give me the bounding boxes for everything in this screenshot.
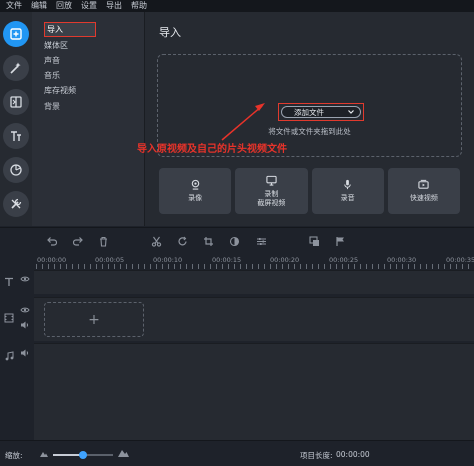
record-audio-tile[interactable]: 录音 (311, 168, 384, 214)
category-backgrounds[interactable]: 背景 (44, 100, 60, 113)
ruler-label: 00:00:10 (153, 256, 183, 264)
effects-tool-button[interactable] (3, 55, 29, 81)
ruler-label: 00:00:00 (37, 256, 67, 264)
menu-playback[interactable]: 回放 (56, 0, 72, 12)
audio-track[interactable] (34, 343, 474, 440)
zoom-label: 缩放: (5, 451, 23, 460)
undo-icon[interactable] (45, 235, 57, 247)
stickers-tool-button[interactable] (3, 157, 29, 183)
category-media[interactable]: 媒体区 (44, 39, 68, 52)
clip-properties-icon[interactable] (255, 235, 267, 247)
quick-video-icon (418, 179, 430, 189)
record-video-label: 录像 (188, 194, 203, 202)
category-import[interactable]: 导入 (47, 23, 63, 36)
titles-tool-button[interactable] (3, 123, 29, 149)
menu-export[interactable]: 导出 (106, 0, 122, 12)
panel-title: 导入 (159, 26, 181, 39)
title-track[interactable] (34, 270, 474, 294)
menu-help[interactable]: 帮助 (131, 0, 147, 12)
rotate-icon[interactable] (176, 235, 188, 247)
video-track-icon (4, 313, 14, 323)
add-files-label: 添加文件 (294, 107, 324, 117)
visibility-eye-icon[interactable] (20, 305, 30, 315)
quick-video-label: 快速视频 (409, 194, 438, 202)
volume-icon[interactable] (20, 320, 30, 330)
ruler-label: 00:00:20 (270, 256, 300, 264)
project-length-value: 00:00:00 (336, 450, 370, 459)
status-bar: 缩放: 项目长度: 00:00:00 (0, 440, 474, 466)
menu-settings[interactable]: 设置 (81, 0, 97, 12)
visibility-eye-icon[interactable] (20, 274, 30, 284)
menu-file[interactable]: 文件 (6, 0, 22, 12)
more-tools-button[interactable] (3, 191, 29, 217)
capture-tiles: 录像 录制 截屏视频 录音 快速视频 (159, 168, 460, 214)
quick-video-tile[interactable]: 快速视频 (387, 168, 460, 214)
transition-icon (10, 96, 22, 108)
tools-icon (11, 198, 22, 209)
volume-icon[interactable] (20, 348, 30, 358)
category-sounds[interactable]: 声音 (44, 54, 60, 67)
delete-icon[interactable] (97, 235, 109, 247)
category-stock-video[interactable]: 库存视频 (44, 84, 76, 97)
ruler-ticks (36, 264, 474, 269)
add-files-button[interactable]: 添加文件 (281, 106, 361, 118)
ruler-label: 00:00:05 (95, 256, 125, 264)
zoom-slider-handle[interactable] (79, 451, 87, 459)
record-screen-label: 录制 截屏视频 (257, 189, 286, 207)
ruler-label: 00:00:25 (329, 256, 359, 264)
project-length-label: 项目长度: (300, 451, 333, 460)
drop-hint: 将文件或文件夹拖到此处 (268, 127, 351, 136)
menu-bar: 文件 编辑 回放 设置 导出 帮助 (0, 0, 474, 12)
record-audio-label: 录音 (340, 194, 355, 202)
tool-rail (0, 12, 32, 226)
chevron-down-icon[interactable] (346, 107, 356, 117)
annotation-text: 导入原视频及自己的片头视频文件 (137, 144, 287, 155)
zoom-slider[interactable] (53, 451, 113, 459)
ruler-label: 00:00:15 (212, 256, 242, 264)
menu-edit[interactable]: 编辑 (31, 0, 47, 12)
text-track-icon (4, 277, 14, 287)
record-video-tile[interactable]: 录像 (159, 168, 232, 214)
zoom-in-icon[interactable] (118, 449, 129, 457)
record-screen-tile[interactable]: 录制 截屏视频 (235, 168, 308, 214)
magic-wand-icon (10, 62, 21, 74)
title-text-icon (11, 131, 21, 141)
import-category-list: 导入 媒体区 声音 音乐 库存视频 背景 (32, 12, 145, 226)
overlay-icon[interactable] (308, 235, 320, 247)
add-files-highlight: 添加文件 (278, 103, 364, 121)
redo-icon[interactable] (72, 235, 84, 247)
marker-flag-icon[interactable] (334, 235, 346, 247)
microphone-icon (344, 179, 351, 190)
sticker-icon (10, 164, 22, 176)
transitions-tool-button[interactable] (3, 89, 29, 115)
import-icon (10, 28, 22, 40)
cut-icon[interactable] (150, 235, 162, 247)
category-music[interactable]: 音乐 (44, 69, 60, 82)
ruler-label: 00:00:35 (446, 256, 474, 264)
import-tool-button[interactable] (3, 21, 29, 47)
edit-toolbar (0, 227, 474, 253)
ruler-label: 00:00:30 (387, 256, 417, 264)
zoom-out-icon[interactable] (40, 451, 48, 457)
color-adjust-icon[interactable] (228, 235, 240, 247)
screen-record-icon (266, 175, 277, 186)
import-panel: 导入 添加文件 将文件或文件夹拖到此处 录像 录制 截屏视频 录音 快速视频 (145, 12, 474, 226)
music-note-icon (4, 351, 14, 361)
webcam-icon (191, 179, 199, 190)
add-clip-placeholder[interactable]: + (44, 302, 144, 337)
crop-icon[interactable] (202, 235, 214, 247)
